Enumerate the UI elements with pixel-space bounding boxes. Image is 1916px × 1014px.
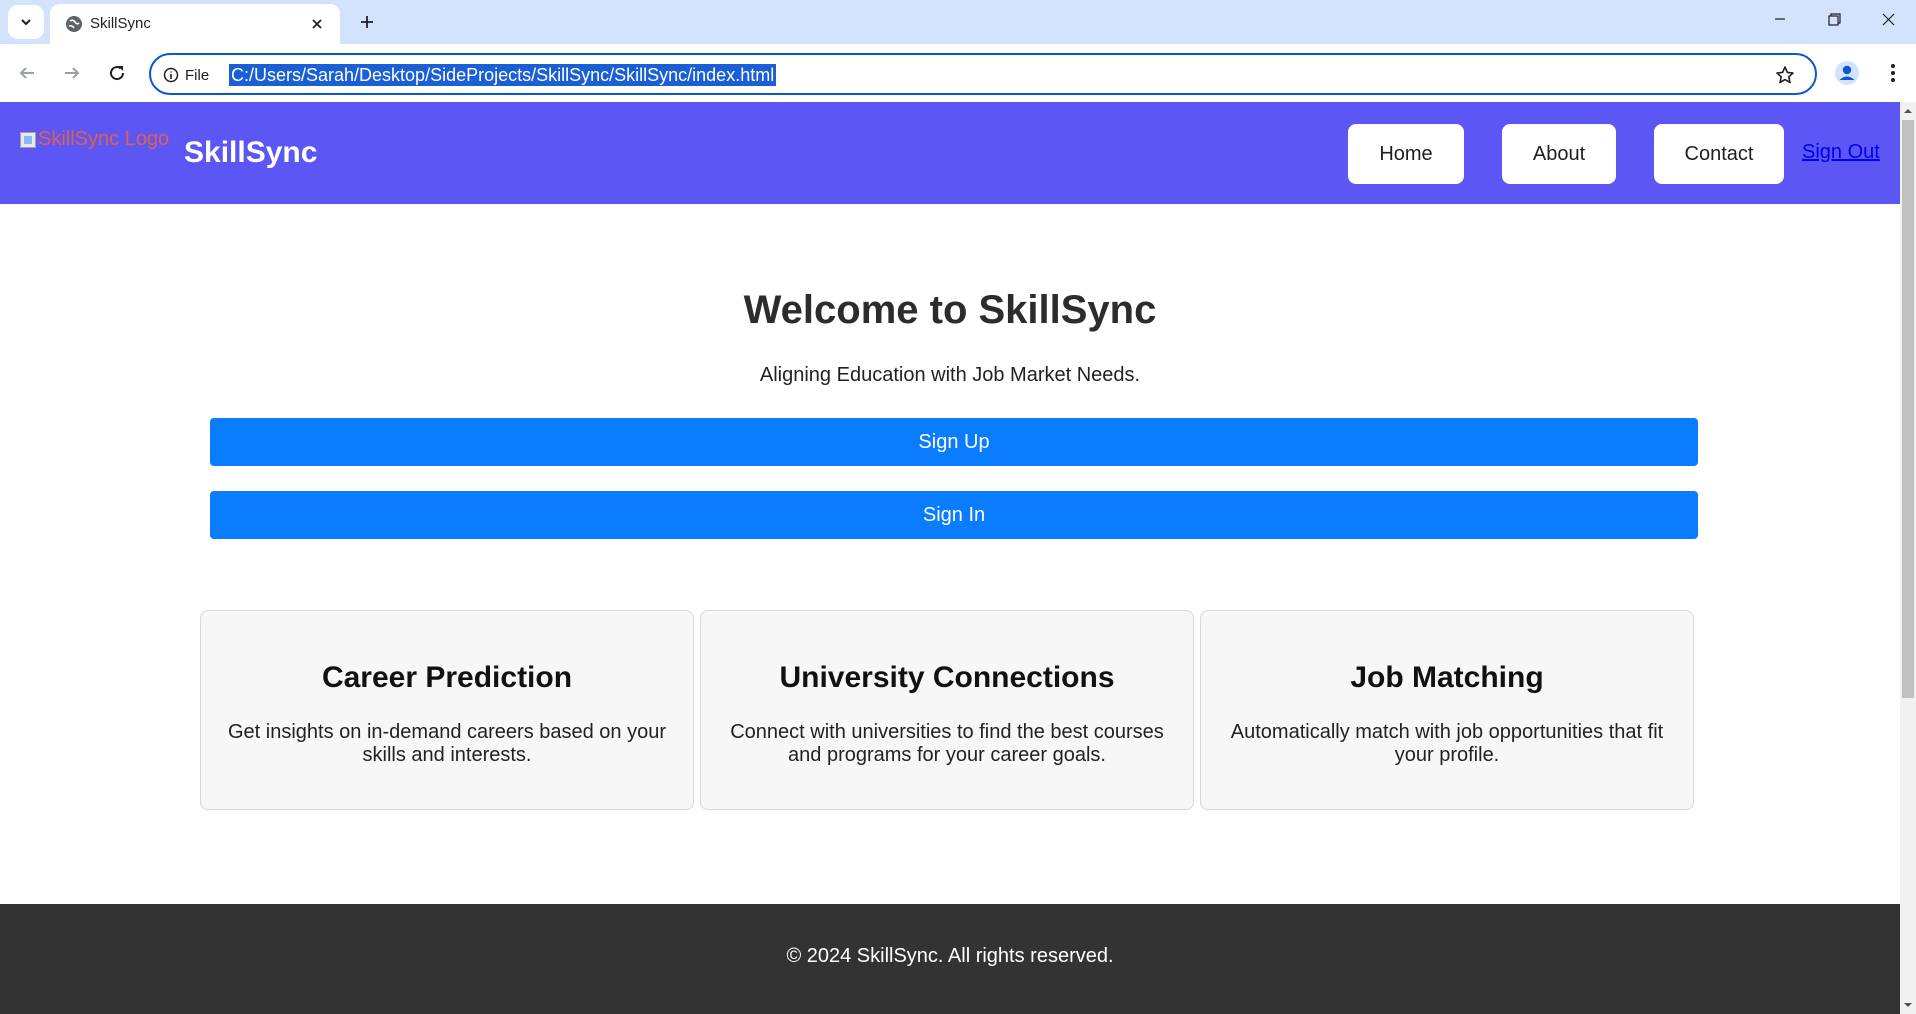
broken-image-icon	[20, 131, 36, 148]
sign-up-button[interactable]: Sign Up	[210, 418, 1698, 466]
bookmark-button[interactable]	[1773, 63, 1797, 87]
sign-out-link[interactable]: Sign Out	[1802, 141, 1880, 164]
profile-button[interactable]	[1832, 58, 1862, 88]
logo-alt-text: SkillSync Logo	[38, 128, 170, 150]
site-info-chip[interactable]: File	[163, 64, 209, 86]
minimize-button[interactable]	[1752, 0, 1808, 38]
avatar-icon	[1835, 61, 1859, 85]
new-tab-button[interactable]	[352, 7, 382, 37]
browser-menu-button[interactable]	[1878, 58, 1908, 88]
chevron-down-icon	[21, 19, 31, 26]
logo-image[interactable]: SkillSync Logo	[20, 128, 169, 151]
address-bar[interactable]: File C:/Users/Sarah/Desktop/SideProjects…	[149, 53, 1817, 95]
feature-card-title: Career Prediction	[321, 661, 573, 694]
url-text[interactable]: C:/Users/Sarah/Desktop/SideProjects/Skil…	[229, 64, 777, 86]
reload-button[interactable]	[100, 56, 134, 90]
browser-toolbar: File C:/Users/Sarah/Desktop/SideProjects…	[0, 44, 1916, 102]
tab-title: SkillSync	[90, 15, 151, 32]
reload-icon	[110, 66, 125, 81]
restore-icon	[1827, 12, 1841, 26]
browser-tab[interactable]: SkillSync	[50, 4, 340, 44]
info-icon	[163, 67, 179, 83]
feature-card-university-connections: University Connections Connect with univ…	[700, 610, 1194, 810]
back-button[interactable]	[10, 56, 44, 90]
more-vertical-icon	[1891, 64, 1895, 82]
tab-search-button[interactable]	[8, 5, 44, 39]
nav-about-button[interactable]: About	[1502, 124, 1616, 184]
forward-button[interactable]	[55, 56, 89, 90]
footer-copyright: © 2024 SkillSync. All rights reserved.	[786, 945, 1114, 967]
star-icon	[1776, 66, 1794, 84]
scroll-down-arrow-icon[interactable]	[1903, 1000, 1913, 1010]
arrow-left-icon	[19, 67, 34, 79]
hero-subtitle: Aligning Education with Job Market Needs…	[759, 364, 1141, 386]
browser-tab-strip: SkillSync	[0, 0, 1916, 44]
close-window-button[interactable]	[1860, 0, 1916, 38]
tab-close-button[interactable]	[306, 13, 328, 35]
globe-icon	[66, 16, 82, 32]
sign-in-button[interactable]: Sign In	[210, 491, 1698, 539]
feature-card-text: Get insights on in-demand careers based …	[227, 721, 667, 766]
feature-card-title: Job Matching	[1350, 661, 1544, 694]
close-icon	[312, 19, 322, 29]
hero-title: Welcome to SkillSync	[743, 288, 1157, 332]
brand-name: SkillSync	[184, 136, 318, 169]
site-footer: © 2024 SkillSync. All rights reserved.	[0, 904, 1900, 1014]
page-viewport: SkillSync Logo SkillSync Home About Cont…	[0, 102, 1900, 1014]
minimize-icon	[1775, 18, 1785, 20]
nav-contact-button[interactable]: Contact	[1654, 124, 1784, 184]
scrollbar-thumb[interactable]	[1902, 120, 1914, 698]
feature-card-title: University Connections	[779, 661, 1115, 694]
feature-card-text: Connect with universities to find the be…	[730, 721, 1164, 766]
arrow-right-icon	[65, 67, 80, 79]
feature-card-job-matching: Job Matching Automatically match with jo…	[1200, 610, 1694, 810]
site-header: SkillSync Logo SkillSync Home About Cont…	[0, 102, 1900, 204]
page-scrollbar[interactable]	[1900, 102, 1916, 1014]
scroll-up-arrow-icon[interactable]	[1903, 106, 1913, 116]
plus-icon	[361, 16, 373, 28]
restore-button[interactable]	[1806, 0, 1862, 38]
feature-card-career-prediction: Career Prediction Get insights on in-dem…	[200, 610, 694, 810]
feature-card-text: Automatically match with job opportuniti…	[1230, 721, 1664, 766]
nav-home-button[interactable]: Home	[1348, 124, 1464, 184]
close-icon	[1882, 13, 1894, 25]
site-info-label: File	[185, 66, 210, 84]
